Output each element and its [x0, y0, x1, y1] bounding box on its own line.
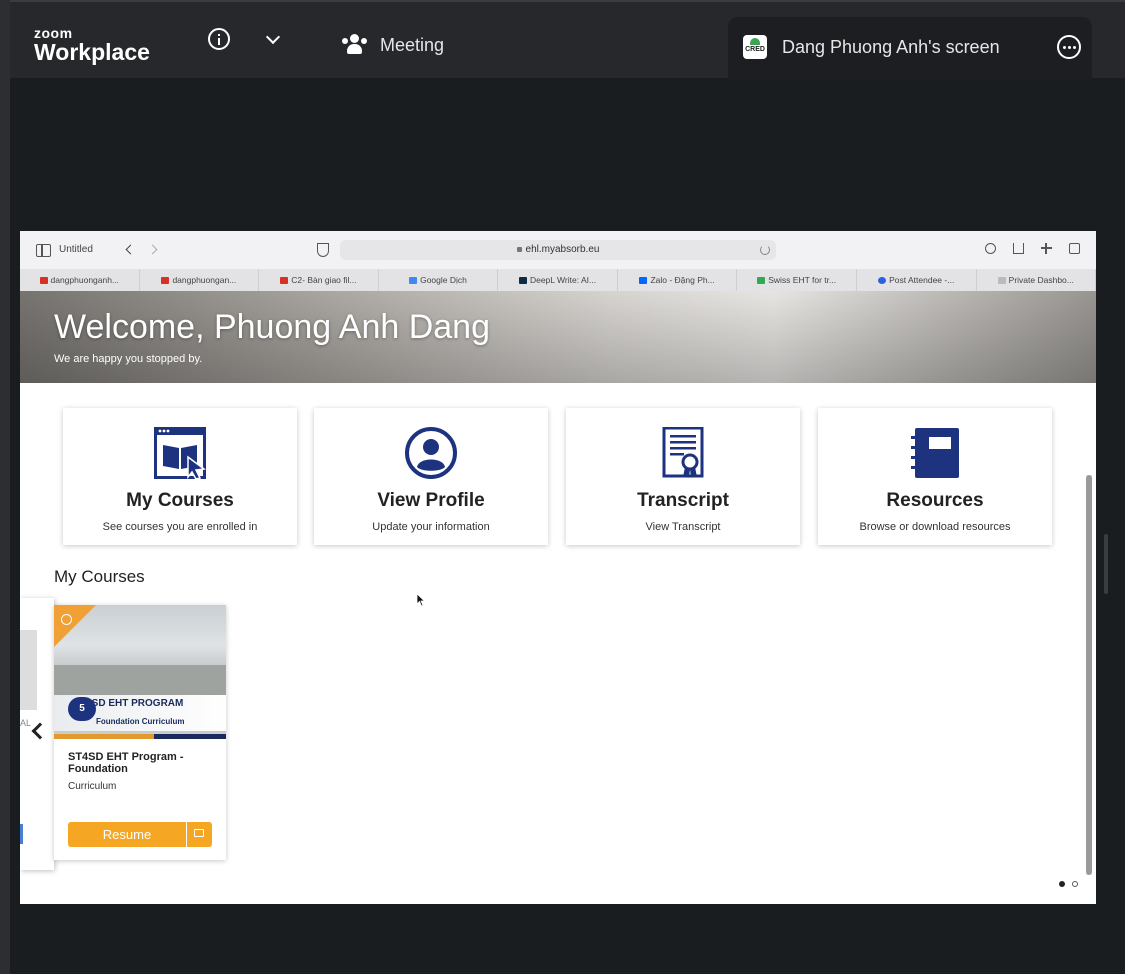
certificate-icon — [662, 427, 704, 478]
previous-course-image — [20, 630, 37, 710]
course-book-icon — [154, 427, 206, 479]
course-progress-bar — [54, 734, 226, 739]
carousel-dot[interactable] — [1072, 881, 1078, 887]
meeting-label: Meeting — [380, 34, 445, 55]
chevron-down-icon[interactable] — [265, 29, 281, 45]
url-text: ehl.myabsorb.eu — [525, 244, 600, 255]
forward-icon[interactable] — [147, 244, 158, 255]
zalo-icon — [639, 277, 648, 284]
notebook-icon — [911, 428, 959, 478]
cred-app-icon: CRED — [743, 35, 767, 59]
zoom-icon — [878, 277, 887, 284]
privacy-shield-icon[interactable] — [317, 243, 329, 257]
google-drive-icon — [757, 277, 766, 284]
card-subtitle: Update your information — [372, 521, 490, 533]
view-profile-tile[interactable]: View Profile Update your information — [314, 408, 548, 545]
previous-course-text: AL — [20, 718, 32, 728]
meeting-tab[interactable]: Meeting — [342, 34, 444, 56]
browser-tabs: dangphuonganh... dangphuongan... C2- Bàn… — [20, 269, 1096, 292]
logo-workplace-text: Workplace — [34, 39, 150, 65]
welcome-banner: Welcome, Phuong Anh Dang We are happy yo… — [20, 291, 1096, 383]
browser-tab[interactable]: dangphuonganh... — [20, 269, 140, 291]
participants-icon — [342, 34, 368, 56]
outer-scroll-handle[interactable] — [1104, 534, 1108, 594]
shared-screen-tab[interactable]: CRED Dang Phuong Anh's screen — [728, 17, 1092, 80]
resources-tile[interactable]: Resources Browse or download resources — [818, 408, 1052, 545]
address-bar[interactable]: ehl.myabsorb.eu — [340, 240, 776, 260]
browser-tab[interactable]: Private Dashbo... — [977, 269, 1096, 291]
course-subtitle: Curriculum — [68, 781, 117, 792]
thumbnail-subtitle: Foundation Curriculum — [96, 717, 185, 726]
my-courses-tile[interactable]: My Courses See courses you are enrolled … — [63, 408, 297, 545]
course-title[interactable]: ST4SD EHT Program - Foundation — [68, 751, 218, 775]
card-title: Resources — [886, 490, 984, 511]
card-subtitle: View Transcript — [645, 521, 721, 533]
course-card[interactable]: T4SD EHT PROGRAM Foundation Curriculum 5… — [54, 605, 226, 860]
window-left-edge — [0, 0, 10, 974]
browser-tab[interactable]: DeepL Write: AI... — [498, 269, 618, 291]
scrollbar-thumb[interactable] — [1086, 475, 1092, 875]
tab-overview-icon[interactable] — [1069, 243, 1080, 254]
zoom-top-bar: zoom Workplace Meeting CRED Dang Phuong … — [10, 0, 1125, 80]
mouse-cursor-icon — [416, 593, 426, 607]
new-tab-icon[interactable] — [1041, 243, 1052, 254]
downloads-icon[interactable] — [985, 243, 996, 254]
previous-course-button[interactable] — [20, 824, 23, 844]
dashboard-icon — [997, 277, 1006, 284]
welcome-subtitle: We are happy you stopped by. — [54, 353, 203, 365]
gmail-icon — [280, 277, 289, 284]
my-courses-heading: My Courses — [54, 567, 145, 586]
timer-ribbon — [54, 605, 96, 647]
card-subtitle: Browse or download resources — [859, 521, 1011, 533]
user-profile-icon — [405, 427, 457, 479]
card-subtitle: See courses you are enrolled in — [102, 521, 258, 533]
browser-tab[interactable]: Google Dịch — [379, 269, 499, 291]
shared-screen-content: Untitled ehl.myabsorb.eu dangphuonganh..… — [20, 231, 1096, 904]
more-options-icon[interactable] — [1057, 35, 1081, 59]
transcript-tile[interactable]: Transcript View Transcript — [566, 408, 800, 545]
card-title: My Courses — [126, 490, 234, 511]
shared-screen-label: Dang Phuong Anh's screen — [782, 37, 1000, 57]
launch-icon — [194, 829, 204, 837]
gmail-icon — [39, 277, 48, 284]
reload-icon[interactable] — [760, 245, 770, 255]
google-translate-icon — [409, 277, 418, 284]
welcome-title: Welcome, Phuong Anh Dang — [54, 308, 490, 346]
browser-toolbar: Untitled ehl.myabsorb.eu — [20, 231, 1096, 269]
gmail-icon — [161, 277, 170, 284]
browser-tab[interactable]: Zalo - Đặng Ph... — [618, 269, 738, 291]
share-icon[interactable] — [1013, 243, 1024, 254]
back-icon[interactable] — [125, 244, 136, 255]
logo-zoom-text: zoom — [34, 25, 73, 41]
browser-tab[interactable]: dangphuongan... — [140, 269, 260, 291]
resume-button[interactable]: Resume — [68, 822, 186, 847]
course-number-badge: 5 — [68, 697, 96, 721]
browser-tab[interactable]: Post Attendee -... — [857, 269, 977, 291]
zoom-workplace-logo: zoom Workplace — [34, 26, 150, 64]
launch-course-button[interactable] — [187, 822, 212, 847]
sidebar-toggle-icon[interactable] — [36, 244, 51, 257]
tab-group-label[interactable]: Untitled — [59, 244, 93, 255]
course-thumbnail: T4SD EHT PROGRAM Foundation Curriculum 5 — [54, 605, 226, 739]
carousel-dot-active[interactable] — [1059, 881, 1065, 887]
lock-icon — [516, 247, 522, 252]
browser-tab[interactable]: C2- Bàn giao fil... — [259, 269, 379, 291]
info-icon[interactable] — [208, 28, 230, 50]
card-title: View Profile — [377, 490, 485, 511]
timer-icon — [61, 614, 72, 625]
deepl-icon — [518, 277, 527, 284]
card-title: Transcript — [637, 490, 729, 511]
browser-tab[interactable]: Swiss EHT for tr... — [737, 269, 857, 291]
